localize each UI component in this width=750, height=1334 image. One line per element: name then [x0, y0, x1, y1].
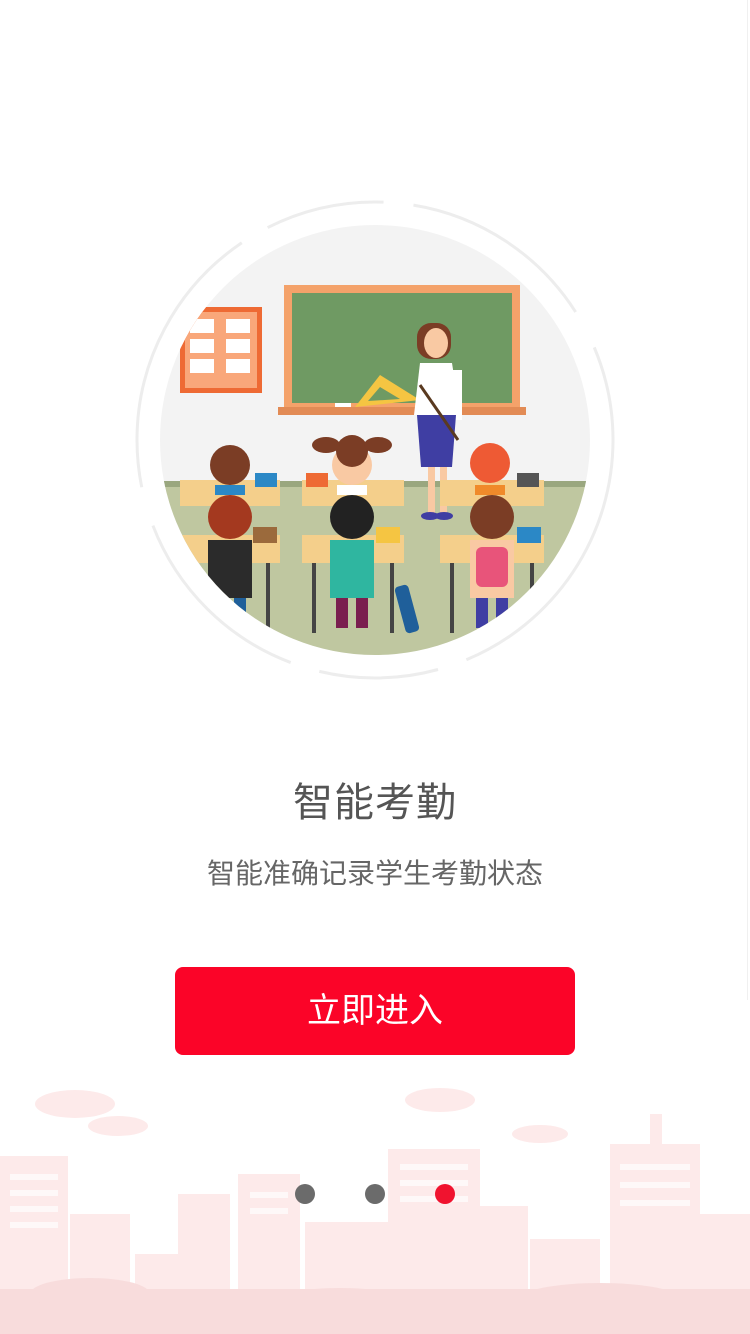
page-indicator-dot-1[interactable]	[295, 1184, 315, 1204]
page-indicator	[0, 1184, 750, 1204]
classroom-illustration	[135, 200, 615, 680]
enter-now-button[interactable]: 立即进入	[175, 967, 575, 1055]
page-subtitle: 智能准确记录学生考勤状态	[206, 857, 543, 890]
page-indicator-dot-2[interactable]	[365, 1184, 385, 1204]
page-title: 智能考勤	[293, 780, 457, 826]
page-indicator-dot-3-active[interactable]	[435, 1184, 455, 1204]
edge-divider	[747, 0, 748, 1000]
onboarding-screen: 智能考勤 智能准确记录学生考勤状态 立即进入	[0, 0, 750, 1334]
